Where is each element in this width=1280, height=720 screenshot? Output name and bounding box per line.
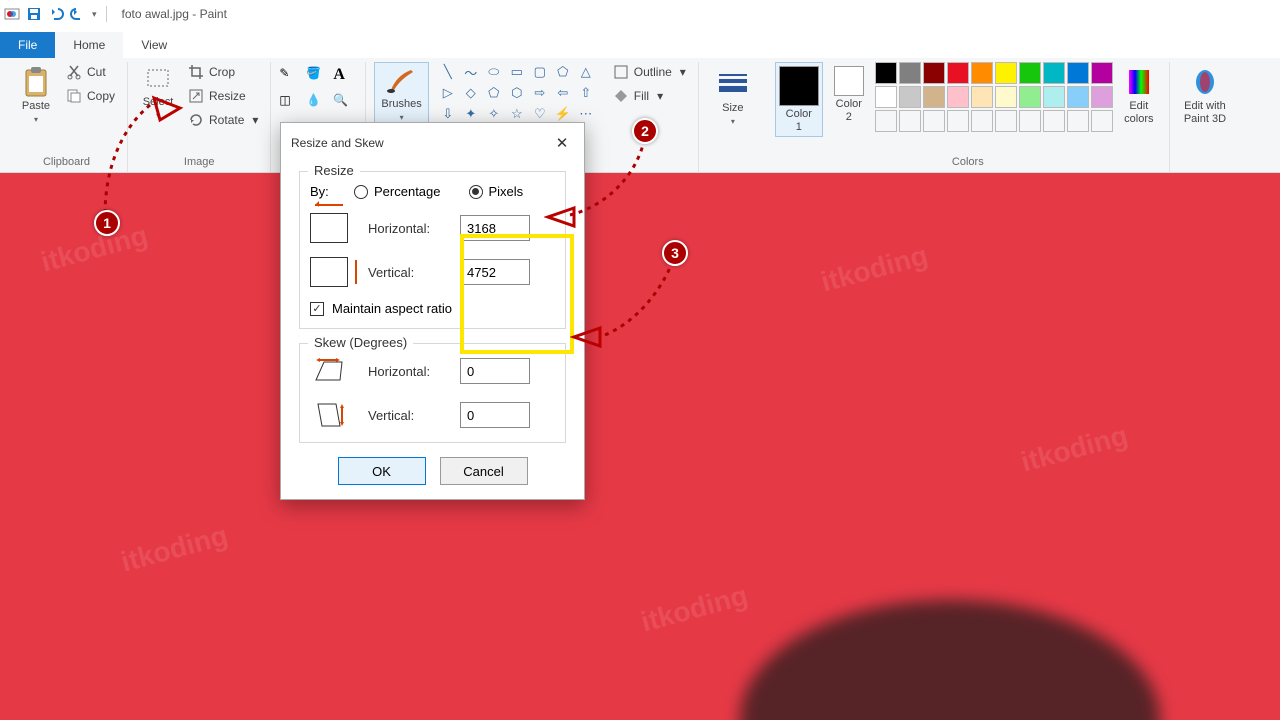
text-icon[interactable]: A — [333, 66, 357, 90]
rotate-button[interactable]: Rotate▾ — [184, 110, 262, 130]
save-icon[interactable] — [26, 6, 42, 22]
fill-button[interactable]: Fill▾ — [609, 86, 690, 106]
paint3d-button[interactable]: Edit with Paint 3D — [1178, 62, 1232, 129]
color1-button[interactable]: Color 1 — [775, 62, 823, 137]
outline-button[interactable]: Outline▾ — [609, 62, 690, 82]
redo-icon[interactable] — [70, 6, 86, 22]
canvas-area[interactable]: itkoding itkoding itkoding itkoding itko… — [0, 173, 1280, 720]
ribbon-tabs: File Home View — [0, 28, 1280, 58]
group-clipboard: Paste ▾ Cut Copy Clipboard — [6, 62, 128, 172]
eraser-icon[interactable]: ◫ — [279, 93, 303, 117]
size-button[interactable]: Size ▾ — [707, 62, 759, 130]
skew-vertical-input[interactable] — [460, 402, 530, 428]
resize-vertical-input[interactable] — [460, 259, 530, 285]
group-label-clipboard: Clipboard — [43, 153, 90, 172]
title-bar: ▾ foto awal.jpg - Paint — [0, 0, 1280, 28]
app-icon — [4, 6, 20, 22]
skew-h-icon — [310, 356, 348, 386]
annotation-arrow-2 — [544, 204, 578, 236]
color2-button[interactable]: Color 2 — [827, 62, 871, 127]
group-colors: Color 1 Color 2 Edit colors Colors — [767, 62, 1170, 172]
group-label-image: Image — [184, 153, 215, 172]
cut-button[interactable]: Cut — [62, 62, 119, 82]
resize-button[interactable]: Resize — [184, 86, 262, 106]
annotation-arrow-1 — [150, 94, 184, 130]
crop-button[interactable]: Crop — [184, 62, 262, 82]
annotation-badge-3: 3 — [662, 240, 688, 266]
window-title: foto awal.jpg - Paint — [122, 7, 227, 21]
tab-file[interactable]: File — [0, 32, 55, 58]
ribbon: Paste ▾ Cut Copy Clipboard Select ▾ Crop… — [0, 58, 1280, 173]
picker-icon[interactable]: 💧 — [306, 93, 330, 117]
brushes-button[interactable]: Brushes ▾ — [374, 62, 428, 126]
maintain-aspect-checkbox[interactable]: ✓ — [310, 302, 324, 316]
tab-view[interactable]: View — [123, 32, 185, 58]
radio-pixels[interactable] — [469, 185, 483, 199]
vertical-icon — [310, 257, 348, 287]
horizontal-icon — [310, 213, 348, 243]
resize-skew-dialog: Resize and Skew ✕ Resize By: Percentage … — [280, 122, 585, 500]
magnifier-icon[interactable]: 🔍 — [333, 93, 357, 117]
annotation-badge-2: 2 — [632, 118, 658, 144]
shapes-gallery[interactable]: ╲〜⬭▭▢⬠△ ▷◇⬠⬡⇨⇦⇧ ⇩✦✧☆♡⚡⋯ — [437, 62, 597, 124]
undo-icon[interactable] — [48, 6, 64, 22]
skew-fieldset: Skew (Degrees) Horizontal: Vertical: — [299, 343, 566, 443]
close-icon[interactable]: ✕ — [550, 131, 574, 155]
edit-colors-button[interactable]: Edit colors — [1117, 62, 1161, 129]
cancel-button[interactable]: Cancel — [440, 457, 528, 485]
resize-fieldset: Resize By: Percentage Pixels Horizontal:… — [299, 171, 566, 329]
resize-horizontal-input[interactable] — [460, 215, 530, 241]
dialog-title: Resize and Skew — [291, 136, 384, 150]
skew-v-icon — [310, 400, 348, 430]
annotation-arrow-3 — [570, 324, 604, 356]
copy-button[interactable]: Copy — [62, 86, 119, 106]
group-paint3d: Edit with Paint 3D — [1170, 62, 1240, 172]
group-label-colors: Colors — [952, 153, 984, 172]
bucket-icon[interactable]: 🪣 — [306, 66, 330, 90]
group-size: Size ▾ — [699, 62, 767, 172]
tab-home[interactable]: Home — [55, 32, 123, 58]
pencil-icon[interactable]: ✎ — [279, 66, 303, 90]
radio-percentage[interactable] — [354, 185, 368, 199]
color-palette[interactable] — [875, 62, 1113, 132]
ok-button[interactable]: OK — [338, 457, 426, 485]
paste-button[interactable]: Paste ▾ — [14, 62, 58, 128]
annotation-badge-1: 1 — [94, 210, 120, 236]
skew-horizontal-input[interactable] — [460, 358, 530, 384]
